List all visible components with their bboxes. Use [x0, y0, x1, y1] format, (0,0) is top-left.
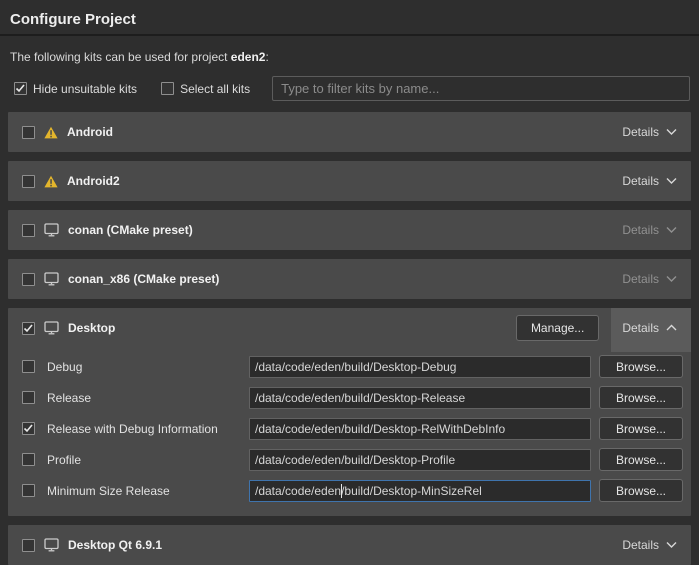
kit-name: conan (CMake preset) [68, 223, 193, 237]
browse-button-profile[interactable]: Browse... [599, 448, 683, 471]
warning-icon [44, 175, 58, 188]
details-label: Details [622, 174, 659, 188]
kit-checkbox-desktop[interactable] [22, 322, 35, 335]
config-row-release: Release Browse... [22, 382, 683, 413]
chevron-down-icon [666, 128, 677, 136]
config-checkbox-profile[interactable] [22, 453, 35, 466]
intro-text: The following kits can be used for proje… [0, 36, 699, 64]
build-dir-input-minsizerel[interactable] [249, 480, 591, 502]
select-all-kits-checkbox[interactable] [161, 82, 174, 95]
chevron-down-icon [666, 275, 677, 283]
kit-row-conan: conan (CMake preset) Details [8, 210, 691, 250]
config-label: Minimum Size Release [47, 484, 243, 498]
kit-name: Android2 [67, 174, 120, 188]
details-button-desktop-qt[interactable]: Details [618, 525, 681, 565]
kit-header: conan_x86 (CMake preset) Details [8, 259, 691, 299]
kit-list: Android Details Android2 Details [0, 101, 699, 565]
details-label: Details [622, 321, 659, 335]
config-checkbox-minsizerel[interactable] [22, 484, 35, 497]
intro-prefix: The following kits can be used for proje… [10, 50, 231, 64]
details-button-conan-x86: Details [618, 259, 681, 299]
details-button-desktop[interactable]: Details [618, 308, 681, 348]
config-row-profile: Profile Browse... [22, 444, 683, 475]
kit-header: Desktop Manage... Details [8, 308, 691, 348]
kit-name: conan_x86 (CMake preset) [68, 272, 219, 286]
build-dir-input-release[interactable] [249, 387, 591, 409]
kit-row-desktop-qt: Desktop Qt 6.9.1 Details [8, 525, 691, 565]
kit-checkbox-android[interactable] [22, 126, 35, 139]
config-checkbox-release[interactable] [22, 391, 35, 404]
check-icon [23, 323, 34, 334]
path-field-wrap [249, 387, 591, 409]
kit-row-conan-x86: conan_x86 (CMake preset) Details [8, 259, 691, 299]
manage-button[interactable]: Manage... [516, 315, 599, 341]
kit-row-android: Android Details [8, 112, 691, 152]
configure-project-page: Configure Project The following kits can… [0, 0, 699, 562]
kit-header: Android Details [8, 112, 691, 152]
path-field-wrap [249, 418, 591, 440]
hide-unsuitable-kits-checkbox-group[interactable]: Hide unsuitable kits [14, 82, 137, 96]
check-icon [23, 423, 34, 434]
project-name: eden2 [231, 50, 266, 64]
browse-button-debug[interactable]: Browse... [599, 355, 683, 378]
config-checkbox-debug[interactable] [22, 360, 35, 373]
details-label: Details [622, 272, 659, 286]
desktop-monitor-icon [44, 321, 59, 335]
config-label: Debug [47, 360, 243, 374]
kit-checkbox-desktop-qt[interactable] [22, 539, 35, 552]
hide-unsuitable-kits-label: Hide unsuitable kits [33, 82, 137, 96]
check-icon [15, 83, 26, 94]
kit-row-desktop: Desktop Manage... Details Debug Browse..… [8, 308, 691, 516]
kit-name: Desktop [68, 321, 115, 335]
path-field-wrap [249, 480, 591, 502]
build-dir-input-relwithdebinfo[interactable] [249, 418, 591, 440]
hide-unsuitable-kits-checkbox[interactable] [14, 82, 27, 95]
kit-header: Android2 Details [8, 161, 691, 201]
build-config-list: Debug Browse... Release Browse... [8, 348, 691, 516]
config-row-relwithdebinfo: Release with Debug Information Browse... [22, 413, 683, 444]
select-all-kits-checkbox-group[interactable]: Select all kits [161, 82, 250, 96]
path-field-wrap [249, 449, 591, 471]
browse-button-relwithdebinfo[interactable]: Browse... [599, 417, 683, 440]
details-label: Details [622, 223, 659, 237]
kit-row-android2: Android2 Details [8, 161, 691, 201]
config-row-debug: Debug Browse... [22, 351, 683, 382]
kit-header: conan (CMake preset) Details [8, 210, 691, 250]
path-field-wrap [249, 356, 591, 378]
config-label: Profile [47, 453, 243, 467]
chevron-down-icon [666, 177, 677, 185]
intro-suffix: : [265, 50, 268, 64]
build-dir-input-debug[interactable] [249, 356, 591, 378]
desktop-monitor-icon [44, 223, 59, 237]
config-label: Release [47, 391, 243, 405]
page-title: Configure Project [0, 0, 699, 36]
filter-controls: Hide unsuitable kits Select all kits [0, 64, 699, 101]
details-label: Details [622, 125, 659, 139]
chevron-down-icon [666, 226, 677, 234]
config-label: Release with Debug Information [47, 422, 243, 436]
config-checkbox-relwithdebinfo[interactable] [22, 422, 35, 435]
browse-button-release[interactable]: Browse... [599, 386, 683, 409]
kit-filter-input[interactable] [272, 76, 690, 101]
kit-checkbox-conan-x86[interactable] [22, 273, 35, 286]
chevron-up-icon [666, 324, 677, 332]
build-dir-input-profile[interactable] [249, 449, 591, 471]
kit-checkbox-conan[interactable] [22, 224, 35, 237]
details-button-conan: Details [618, 210, 681, 250]
details-button-android[interactable]: Details [618, 112, 681, 152]
select-all-kits-label: Select all kits [180, 82, 250, 96]
config-row-minsizerel: Minimum Size Release Browse... [22, 475, 683, 506]
desktop-monitor-icon [44, 538, 59, 552]
browse-button-minsizerel[interactable]: Browse... [599, 479, 683, 502]
desktop-monitor-icon [44, 272, 59, 286]
details-button-android2[interactable]: Details [618, 161, 681, 201]
chevron-down-icon [666, 541, 677, 549]
kit-checkbox-android2[interactable] [22, 175, 35, 188]
warning-icon [44, 126, 58, 139]
kit-name: Android [67, 125, 113, 139]
kit-name: Desktop Qt 6.9.1 [68, 538, 162, 552]
kit-header: Desktop Qt 6.9.1 Details [8, 525, 691, 565]
details-label: Details [622, 538, 659, 552]
